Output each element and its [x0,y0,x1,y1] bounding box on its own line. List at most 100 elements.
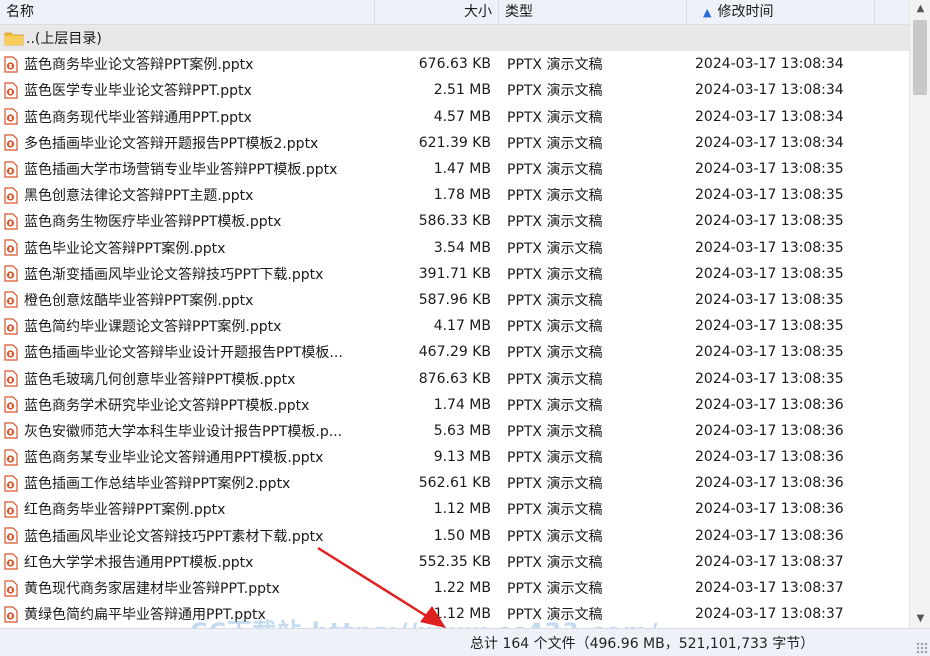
parent-directory-row[interactable]: ..(上层目录) [0,25,909,52]
file-size: 1.74 MB [433,396,491,413]
file-row[interactable]: 红色大学学术报告通用PPT模板.pptx 552.35 KB PPTX 演示文稿 20… [0,549,909,575]
file-modified-time: 2024-03-17 13:08:35 [695,291,844,308]
scroll-up-icon[interactable]: ▲ [910,0,930,18]
file-modified-time: 2024-03-17 13:08:34 [695,82,844,99]
file-size: 1.47 MB [433,161,491,178]
pptx-file-icon [4,160,18,178]
vertical-scrollbar[interactable]: ▲ ▼ [909,0,930,628]
column-name[interactable]: 名称 [0,0,375,24]
file-size: 467.29 KB [418,344,491,361]
scrollbar-thumb[interactable] [913,20,927,95]
column-size[interactable]: 大小 [375,0,499,24]
pptx-file-icon [4,187,18,204]
file-modified-time: 2024-03-17 13:08:36 [695,527,844,544]
file-name: 蓝色插画工作总结毕业答辩PPT案例2.pptx [24,476,291,493]
pptx-file-icon [4,422,18,440]
pptx-file-icon [4,82,18,99]
file-row[interactable]: 蓝色医学专业毕业论文答辩PPT.pptx 2.51 MB PPTX 演示文稿 2024… [0,77,909,103]
file-name: 蓝色商务生物医疗毕业答辩PPT模板.pptx [24,214,282,231]
pptx-file-icon [4,291,18,309]
file-modified-time: 2024-03-17 13:08:37 [695,553,844,570]
file-name: 蓝色商务毕业论文答辩PPT案例.pptx [24,57,254,74]
file-row[interactable]: 黄色现代商务家居建材毕业答辩PPT.pptx 1.22 MB PPTX 演示文稿 20… [0,575,909,601]
scroll-down-icon[interactable]: ▼ [910,610,930,628]
file-name: 橙色创意炫酷毕业答辩PPT案例.pptx [24,292,254,309]
file-size: 1.12 MB [433,501,491,518]
file-row[interactable]: 蓝色插画风毕业论文答辩技巧PPT素材下载.pptx 1.50 MB PPTX 演示文… [0,523,909,549]
file-type: PPTX 演示文稿 [507,162,603,179]
pptx-file-icon [4,501,18,518]
file-modified-time: 2024-03-17 13:08:35 [695,370,844,387]
file-name: 蓝色毕业论文答辩PPT案例.pptx [24,240,226,257]
file-size: 1.22 MB [433,580,491,597]
file-size: 4.17 MB [433,318,491,335]
file-size: 2.51 MB [433,82,491,99]
file-name: 蓝色商务现代毕业答辩通用PPT.pptx [24,109,252,126]
file-size: 391.71 KB [418,265,491,282]
file-row[interactable]: 蓝色插画大学市场营销专业毕业答辩PPT模板.pptx 1.47 MB PPTX 演示… [0,156,909,182]
file-modified-time: 2024-03-17 13:08:34 [695,56,844,73]
file-type: PPTX 演示文稿 [507,476,603,493]
file-type: PPTX 演示文稿 [507,554,603,571]
file-type: PPTX 演示文稿 [507,502,603,519]
file-name: 蓝色渐变插画风毕业论文答辩技巧PPT下载.pptx [24,266,324,283]
file-row[interactable]: 蓝色插画工作总结毕业答辩PPT案例2.pptx 562.61 KB PPTX 演示文… [0,470,909,496]
pptx-file-icon [4,553,18,570]
file-row[interactable]: 灰色安徽师范大学本科生毕业设计报告PPT模板.p... 5.63 MB PPTX 演… [0,418,909,444]
file-row[interactable]: 蓝色插画毕业论文答辩毕业设计开题报告PPT模板... 467.29 KB PPTX … [0,339,909,365]
pptx-file-icon [4,134,18,151]
column-modified-time[interactable]: ▲ 修改时间 [687,0,875,24]
file-name: 红色大学学术报告通用PPT模板.pptx [24,554,254,571]
pptx-file-icon [4,108,18,125]
file-row[interactable]: 蓝色商务学术研究毕业论文答辩PPT模板.pptx 1.74 MB PPTX 演示文稿… [0,392,909,418]
file-size: 1.78 MB [433,187,491,204]
file-type: PPTX 演示文稿 [507,292,603,309]
file-name: 蓝色医学专业毕业论文答辩PPT.pptx [24,83,252,100]
column-header: 名称 大小 类型 ▲ 修改时间 [0,0,909,25]
file-modified-time: 2024-03-17 13:08:36 [695,501,844,518]
file-row[interactable]: 黑色创意法律论文答辩PPT主题.pptx 1.78 MB PPTX 演示文稿 2024… [0,182,909,208]
file-size: 562.61 KB [418,475,491,492]
file-row[interactable]: 蓝色毕业论文答辩PPT案例.pptx 3.54 MB PPTX 演示文稿 2024-0… [0,235,909,261]
file-modified-time: 2024-03-17 13:08:34 [695,134,844,151]
file-type: PPTX 演示文稿 [507,581,603,598]
file-size: 587.96 KB [418,291,491,308]
file-row[interactable]: 蓝色商务生物医疗毕业答辩PPT模板.pptx 586.33 KB PPTX 演示文稿… [0,208,909,234]
file-row[interactable]: 橙色创意炫酷毕业答辩PPT案例.pptx 587.96 KB PPTX 演示文稿 20… [0,287,909,313]
pptx-file-icon [4,318,18,335]
file-type: PPTX 演示文稿 [507,240,603,257]
file-name: 蓝色插画风毕业论文答辩技巧PPT素材下载.pptx [24,528,324,545]
file-size: 4.57 MB [433,108,491,125]
pptx-file-icon [4,527,18,544]
file-row[interactable]: 红色商务毕业答辩PPT案例.pptx 1.12 MB PPTX 演示文稿 2024-0… [0,496,909,522]
file-size: 586.33 KB [418,213,491,230]
file-size: 1.50 MB [433,527,491,544]
file-list: ..(上层目录) 蓝色商务毕业论文答辩PPT案例.pptx 676.63 KB PP… [0,25,909,627]
pptx-file-icon [4,265,18,282]
file-row[interactable]: 蓝色商务现代毕业答辩通用PPT.pptx 4.57 MB PPTX 演示文稿 2024… [0,104,909,130]
file-modified-time: 2024-03-17 13:08:37 [695,606,844,623]
file-modified-time: 2024-03-17 13:08:36 [695,449,844,466]
file-row[interactable]: 蓝色渐变插画风毕业论文答辩技巧PPT下载.pptx 391.71 KB PPTX 演… [0,261,909,287]
file-row[interactable]: 多色插画毕业论文答辩开题报告PPT模板2.pptx 621.39 KB PPTX 演… [0,130,909,156]
file-modified-time: 2024-03-17 13:08:34 [695,108,844,125]
column-type[interactable]: 类型 [499,0,687,24]
file-name: 黄色现代商务家居建材毕业答辩PPT.pptx [24,581,280,598]
file-row[interactable]: 蓝色毛玻璃几何创意毕业答辩PPT模板.pptx 876.63 KB PPTX 演示文… [0,365,909,391]
resize-grip-icon[interactable] [916,642,928,654]
file-row[interactable]: 蓝色商务某专业毕业论文答辩通用PPT模板.pptx 9.13 MB PPTX 演示文… [0,444,909,470]
file-row[interactable]: 蓝色商务毕业论文答辩PPT案例.pptx 676.63 KB PPTX 演示文稿 20… [0,51,909,77]
file-name: 多色插画毕业论文答辩开题报告PPT模板2.pptx [24,135,319,152]
file-type: PPTX 演示文稿 [507,423,603,440]
file-type: PPTX 演示文稿 [507,57,603,74]
file-type: PPTX 演示文稿 [507,188,603,205]
file-name: 蓝色简约毕业课题论文答辩PPT案例.pptx [24,319,282,336]
file-row[interactable]: 蓝色简约毕业课题论文答辩PPT案例.pptx 4.17 MB PPTX 演示文稿 20… [0,313,909,339]
parent-directory-label: ..(上层目录) [26,31,102,48]
file-name: 蓝色插画大学市场营销专业毕业答辩PPT模板.pptx [24,162,338,179]
file-modified-time: 2024-03-17 13:08:35 [695,239,844,256]
pptx-file-icon [4,475,18,492]
file-modified-time: 2024-03-17 13:08:35 [695,344,844,361]
file-modified-time: 2024-03-17 13:08:35 [695,265,844,282]
file-size: 676.63 KB [418,56,491,73]
